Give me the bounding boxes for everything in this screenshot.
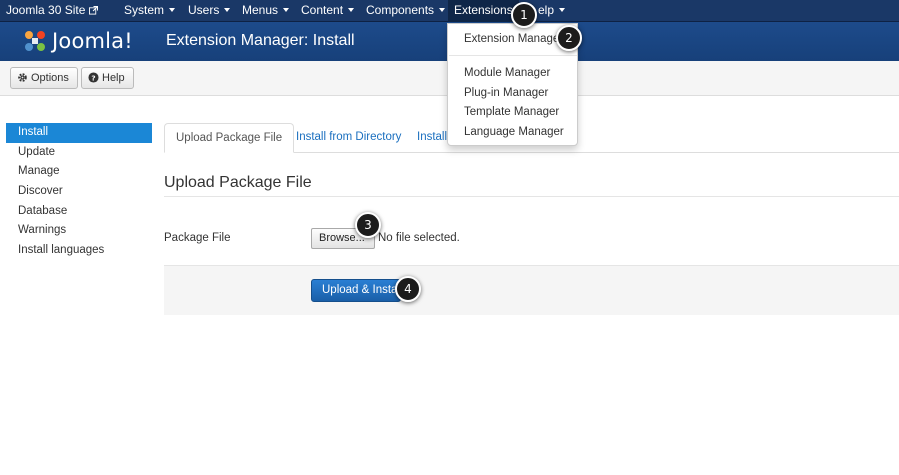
sidebar-item-manage[interactable]: Manage xyxy=(6,162,152,182)
site-link[interactable]: Joomla 30 Site xyxy=(6,0,99,22)
menu-content-label: Content xyxy=(301,3,344,17)
file-status: No file selected. xyxy=(378,232,460,244)
callout-1: 1 xyxy=(511,2,537,28)
menu-menus-label: Menus xyxy=(242,3,279,17)
top-navbar: Joomla 30 Site System Users Menus Conten… xyxy=(0,0,899,22)
sidebar-item-warnings[interactable]: Warnings xyxy=(6,221,152,241)
menu-item-template-manager[interactable]: Template Manager xyxy=(464,106,559,118)
svg-text:?: ? xyxy=(91,73,95,82)
tab-install-from-directory[interactable]: Install from Directory xyxy=(285,123,412,153)
menu-content[interactable]: Content xyxy=(301,0,355,22)
gear-icon xyxy=(18,73,27,82)
callout-4: 4 xyxy=(395,276,421,302)
callout-3: 3 xyxy=(355,212,381,238)
caret-down-icon xyxy=(348,8,355,12)
sidebar-item-install-languages[interactable]: Install languages xyxy=(6,241,152,261)
caret-down-icon xyxy=(439,8,446,12)
menu-components-label: Components xyxy=(366,3,435,17)
menu-item-extension-manager[interactable]: Extension Manager xyxy=(464,33,563,45)
sidebar-item-discover[interactable]: Discover xyxy=(6,182,152,202)
sidebar-item-update[interactable]: Update xyxy=(6,143,152,163)
help-label: Help xyxy=(102,72,125,84)
sidebar-item-install[interactable]: Install xyxy=(6,123,152,143)
caret-down-icon xyxy=(559,8,566,12)
tab-upload-package-file[interactable]: Upload Package File xyxy=(164,123,295,153)
sidebar: Install Update Manage Discover Database … xyxy=(6,123,152,261)
menu-extensions-label: Extensions xyxy=(454,3,513,17)
section-title: Upload Package File xyxy=(164,174,312,191)
menu-system[interactable]: System xyxy=(124,0,176,22)
menu-menus[interactable]: Menus xyxy=(242,0,290,22)
joomla-logo[interactable]: Joomla! xyxy=(22,27,152,55)
joomla-logo-icon xyxy=(25,31,45,51)
callout-2: 2 xyxy=(556,25,582,51)
menu-item-plugin-manager[interactable]: Plug-in Manager xyxy=(464,87,548,99)
external-link-icon xyxy=(89,6,99,15)
form-actions: Upload & Install xyxy=(164,265,899,315)
sidebar-item-database[interactable]: Database xyxy=(6,202,152,222)
menu-users-label: Users xyxy=(188,3,220,17)
menu-system-label: System xyxy=(124,3,165,17)
options-button[interactable]: Options xyxy=(10,67,78,89)
help-button[interactable]: ? Help xyxy=(81,67,134,89)
menu-help-label: elp xyxy=(538,3,555,17)
question-icon: ? xyxy=(88,72,99,83)
section-divider xyxy=(164,196,899,197)
menu-users[interactable]: Users xyxy=(188,0,231,22)
menu-help[interactable]: elp xyxy=(538,0,566,22)
menu-item-language-manager[interactable]: Language Manager xyxy=(464,126,564,138)
caret-down-icon xyxy=(283,8,290,12)
menu-item-module-manager[interactable]: Module Manager xyxy=(464,67,550,79)
site-name: Joomla 30 Site xyxy=(6,3,86,17)
page-title: Extension Manager: Install xyxy=(166,32,355,49)
menu-extensions[interactable]: Extensions xyxy=(448,0,519,22)
menu-components[interactable]: Components xyxy=(366,0,446,22)
caret-down-icon xyxy=(224,8,231,12)
dropdown-divider xyxy=(449,55,577,56)
options-label: Options xyxy=(31,72,69,84)
caret-down-icon xyxy=(169,8,176,12)
package-file-label: Package File xyxy=(164,232,231,244)
logo-text: Joomla! xyxy=(52,29,133,53)
upload-install-button[interactable]: Upload & Install xyxy=(311,279,401,302)
